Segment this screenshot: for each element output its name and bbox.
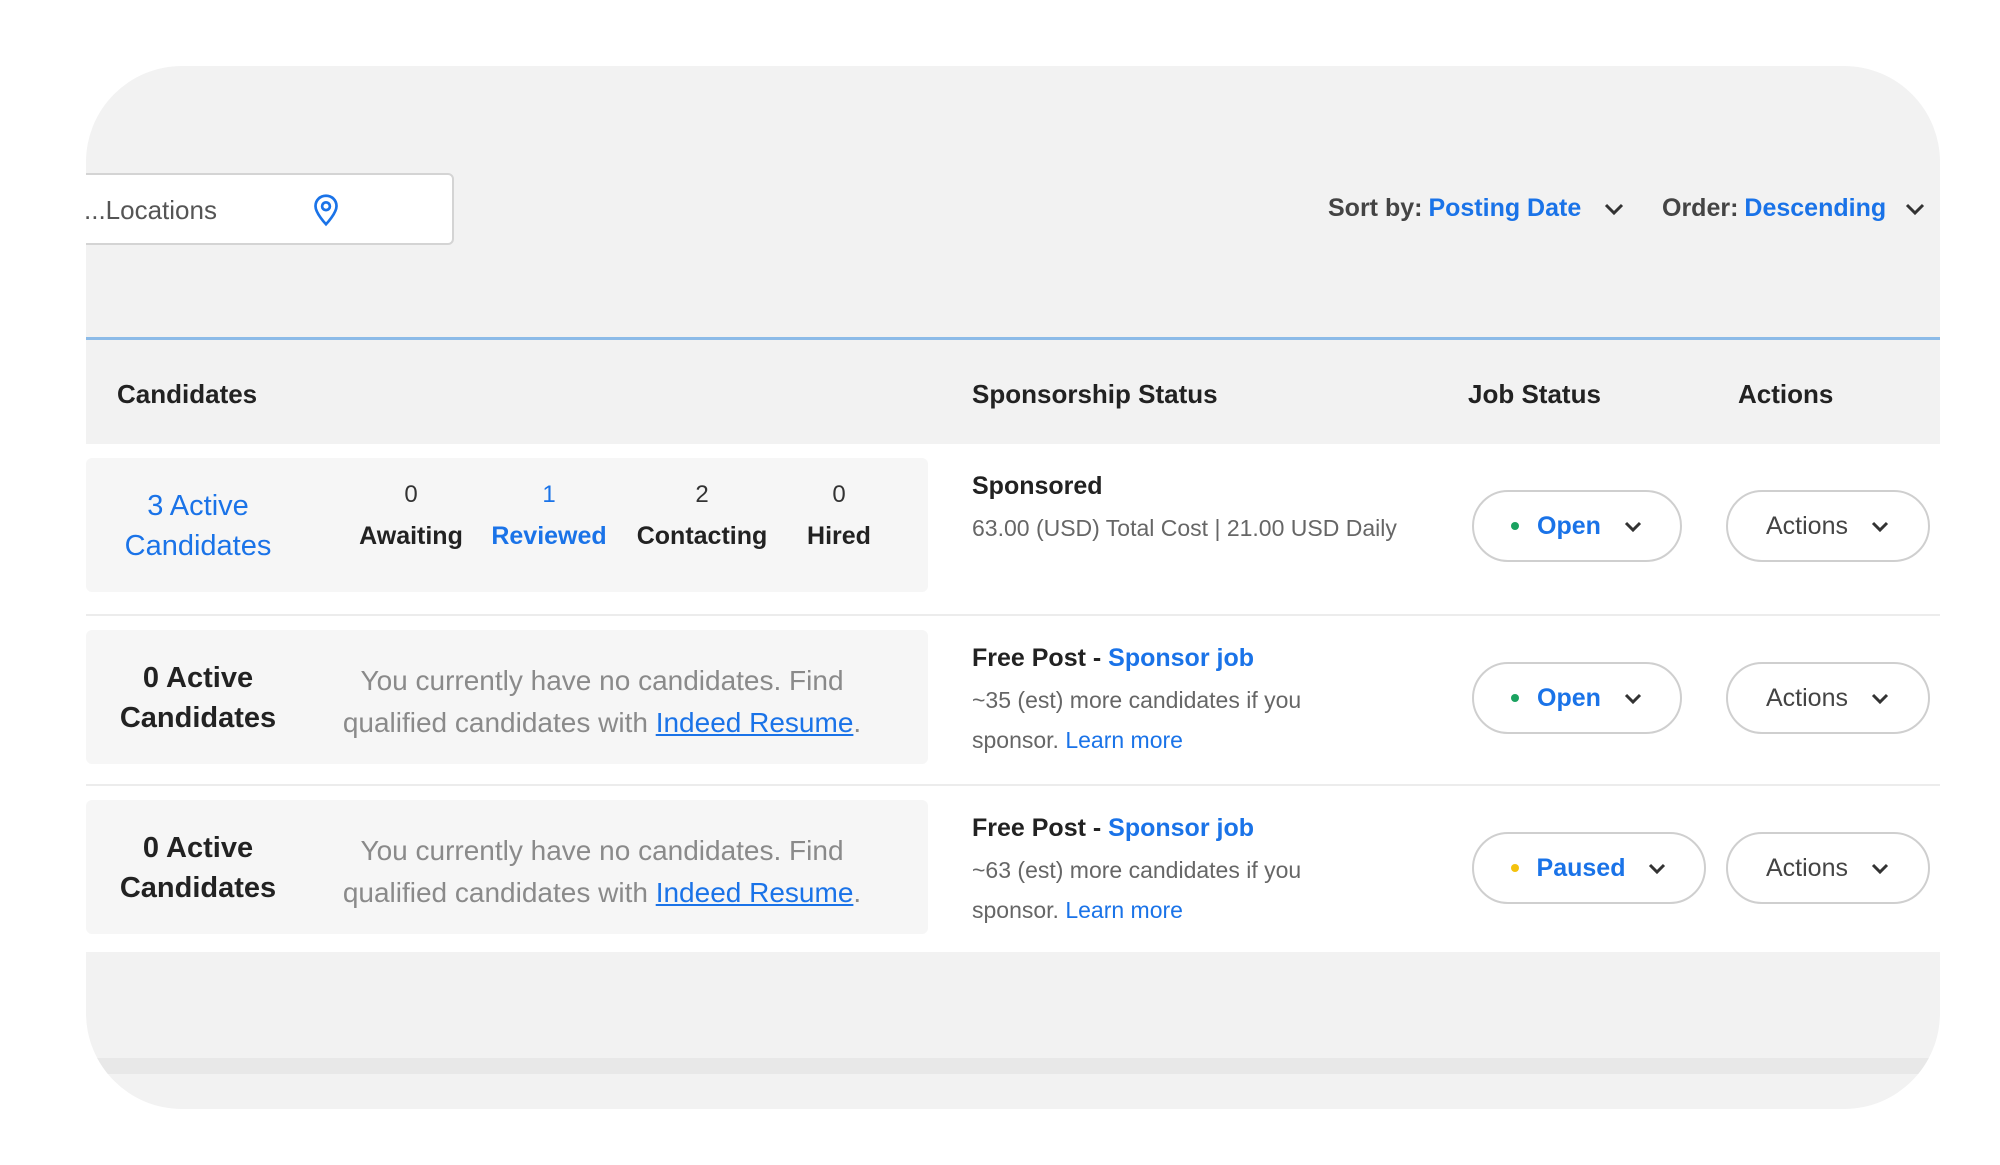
stat-label: Reviewed: [491, 522, 607, 550]
column-header-actions: Actions: [1738, 379, 1834, 409]
learn-more-link[interactable]: Learn more: [1065, 897, 1183, 923]
sponsorship-detail-2: sponsor. Learn more: [972, 718, 1452, 762]
stat-label: Hired: [807, 522, 871, 550]
learn-more-link[interactable]: Learn more: [1065, 727, 1183, 753]
stat-label: Contacting: [636, 522, 768, 550]
table-row: 0 Active Candidates You currently have n…: [86, 614, 1940, 784]
actions-dropdown[interactable]: Actions: [1726, 832, 1930, 904]
sponsorship-title: Sponsored: [972, 472, 1103, 500]
no-candidates-message: You currently have no candidates. Find q…: [342, 835, 862, 908]
actions-label: Actions: [1766, 511, 1848, 540]
job-status-dropdown[interactable]: Open: [1472, 662, 1682, 734]
column-header-job-status: Job Status: [1468, 379, 1601, 409]
sponsorship-detail: ~63 (est) more candidates if you: [972, 857, 1302, 883]
stat-label: Awaiting: [359, 522, 463, 550]
sponsorship-detail-2: sponsor. Learn more: [972, 888, 1452, 932]
active-label: Candidates: [119, 702, 277, 734]
active-label: Candidates: [119, 872, 277, 904]
chevron-down-icon[interactable]: [1904, 202, 1926, 216]
order-dropdown[interactable]: Order: Descending: [1662, 194, 1926, 223]
footer-strip: [86, 1058, 1940, 1074]
sponsorship-detail: 63.00 (USD) Total Cost | 21.00 USD Daily: [972, 515, 1397, 541]
jobs-panel: Sort by: Posting Date Order: Descending …: [86, 66, 1940, 1109]
sponsorship-status: Sponsored 63.00 (USD) Total Cost | 21.00…: [972, 468, 1452, 546]
chevron-down-icon: [1624, 521, 1642, 532]
stat-value: 0: [404, 481, 418, 508]
location-pin-icon[interactable]: [308, 192, 344, 228]
chevron-down-icon: [1871, 863, 1889, 874]
sponsorship-status: Free Post - Sponsor job ~35 (est) more c…: [972, 640, 1452, 762]
sponsorship-title: Free Post - Sponsor job: [972, 640, 1452, 676]
candidate-summary: 0 Active Candidates You currently have n…: [86, 630, 928, 764]
actions-dropdown[interactable]: Actions: [1726, 490, 1930, 562]
sponsorship-status: Free Post - Sponsor job ~63 (est) more c…: [972, 810, 1452, 932]
status-dot: [1511, 694, 1520, 702]
active-candidates-link[interactable]: 3 Active Candidates: [98, 486, 298, 566]
sort-by-dropdown[interactable]: Sort by: Posting Date: [1328, 194, 1625, 223]
job-status-dropdown[interactable]: Paused: [1472, 832, 1706, 904]
chevron-down-icon: [1871, 693, 1889, 704]
location-search-box[interactable]: [86, 173, 454, 245]
sponsorship-type: Free Post -: [972, 814, 1109, 842]
actions-dropdown[interactable]: Actions: [1726, 662, 1930, 734]
sponsor-job-link[interactable]: Sponsor job: [1108, 644, 1254, 672]
sponsor-job-link[interactable]: Sponsor job: [1108, 814, 1254, 842]
actions-label: Actions: [1766, 853, 1848, 882]
jobs-table-body: 3 Active Candidates 0 Awaiting 1 Reviewe…: [86, 444, 1940, 952]
actions-label: Actions: [1766, 683, 1848, 712]
sponsorship-title: Free Post - Sponsor job: [972, 810, 1452, 846]
chevron-down-icon: [1624, 693, 1642, 704]
stat-value: 0: [832, 481, 846, 508]
indeed-resume-link[interactable]: Indeed Resume: [656, 877, 854, 908]
sponsor-text: sponsor.: [972, 727, 1059, 753]
active-label[interactable]: Candidates: [98, 526, 298, 566]
table-row: 3 Active Candidates 0 Awaiting 1 Reviewe…: [86, 444, 1940, 612]
job-status-label: Open: [1537, 683, 1601, 712]
stat-value: 2: [695, 481, 709, 508]
status-dot: [1510, 864, 1519, 872]
header-divider: [86, 337, 1940, 340]
active-count[interactable]: 3 Active: [98, 486, 298, 526]
job-status-dropdown[interactable]: Open: [1472, 490, 1682, 562]
status-dot: [1511, 522, 1520, 530]
sponsorship-type: Free Post -: [972, 644, 1109, 672]
job-status-label: Paused: [1536, 853, 1626, 882]
active-count: 0 Active: [142, 662, 254, 694]
column-header-sponsorship: Sponsorship Status: [972, 379, 1218, 409]
chevron-down-icon: [1649, 863, 1666, 874]
order-label: Order:: [1662, 194, 1739, 222]
stat-reviewed[interactable]: 1 Reviewed: [486, 478, 612, 551]
active-candidates-count: 0 Active Candidates: [98, 658, 298, 738]
order-value[interactable]: Descending: [1744, 194, 1886, 223]
stat-awaiting[interactable]: 0 Awaiting: [356, 478, 466, 551]
stat-contacting[interactable]: 2 Contacting: [630, 478, 774, 551]
candidate-summary: 3 Active Candidates 0 Awaiting 1 Reviewe…: [86, 458, 928, 592]
no-candidates-message: You currently have no candidates. Find q…: [342, 665, 862, 738]
chevron-down-icon: [1871, 521, 1889, 532]
sort-by-value[interactable]: Posting Date: [1428, 194, 1581, 223]
sponsorship-detail: ~35 (est) more candidates if you: [972, 687, 1302, 713]
active-candidates-count: 0 Active Candidates: [98, 828, 298, 908]
table-row: 0 Active Candidates You currently have n…: [86, 784, 1940, 954]
stat-value: 1: [542, 481, 556, 508]
column-header-candidates: Candidates: [117, 379, 258, 409]
candidate-summary: 0 Active Candidates You currently have n…: [86, 800, 928, 934]
chevron-down-icon[interactable]: [1603, 202, 1625, 216]
indeed-resume-link[interactable]: Indeed Resume: [656, 707, 854, 738]
sort-by-label: Sort by:: [1328, 194, 1423, 222]
sponsor-text: sponsor.: [972, 897, 1059, 923]
stat-hired[interactable]: 0 Hired: [794, 478, 884, 551]
job-status-label: Open: [1537, 511, 1601, 540]
active-count: 0 Active: [142, 832, 254, 864]
